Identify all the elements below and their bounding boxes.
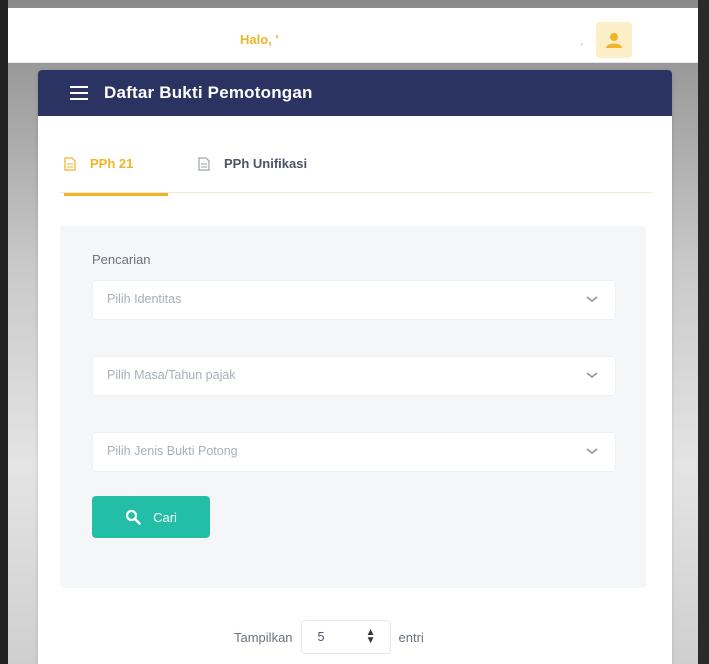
identitas-select[interactable]: Pilih Identitas [92, 280, 616, 320]
document-icon [198, 157, 210, 171]
right-edge [698, 0, 709, 664]
entries-prefix: Tampilkan [234, 629, 293, 645]
search-icon [125, 509, 141, 525]
masa-tahun-select[interactable]: Pilih Masa/Tahun pajak [92, 356, 616, 396]
menu-icon[interactable] [70, 86, 88, 100]
search-button[interactable]: Cari [92, 496, 210, 538]
search-button-label: Cari [153, 509, 177, 525]
entries-control: Tampilkan 5 ▲ ▼ entri [234, 620, 424, 654]
tab-pph-unifikasi-label: PPh Unifikasi [224, 156, 308, 171]
chevron-down-icon [586, 372, 598, 378]
search-panel: Pencarian Pilih Identitas Pilih Masa/Tah… [60, 226, 646, 588]
document-icon [64, 157, 76, 171]
sort-icon: ▲ ▼ [365, 627, 376, 646]
tab-pph21[interactable]: PPh 21 [64, 156, 168, 196]
card-title: Daftar Bukti Pemotongan [104, 83, 313, 102]
chevron-down-icon [586, 448, 598, 454]
top-navbar: Halo, ' . [8, 8, 698, 63]
tab-pph-unifikasi[interactable]: PPh Unifikasi [198, 156, 307, 190]
masa-tahun-placeholder: Pilih Masa/Tahun pajak [107, 368, 236, 382]
entries-suffix: entri [398, 629, 424, 645]
identitas-placeholder: Pilih Identitas [107, 292, 182, 306]
left-edge [0, 0, 8, 664]
tab-bar: PPh 21 PPh Unifikasi [60, 142, 652, 196]
bukti-pemotongan-card: Daftar Bukti Pemotongan PPh 21 PPh Unifi… [38, 70, 672, 664]
user-icon [606, 33, 622, 48]
card-header: Daftar Bukti Pemotongan [38, 70, 672, 116]
entries-select[interactable]: 5 ▲ ▼ [300, 620, 391, 654]
chevron-down-icon [586, 296, 598, 302]
greeting-text: Halo, ' [240, 32, 279, 47]
entries-value: 5 [317, 630, 325, 644]
jenis-bukti-select[interactable]: Pilih Jenis Bukti Potong [92, 432, 616, 472]
greeting-dot: . [580, 34, 584, 48]
search-label: Pencarian [92, 252, 151, 267]
jenis-bukti-placeholder: Pilih Jenis Bukti Potong [107, 444, 238, 458]
tab-pph21-label: PPh 21 [90, 156, 134, 171]
user-menu-button[interactable] [596, 22, 632, 58]
